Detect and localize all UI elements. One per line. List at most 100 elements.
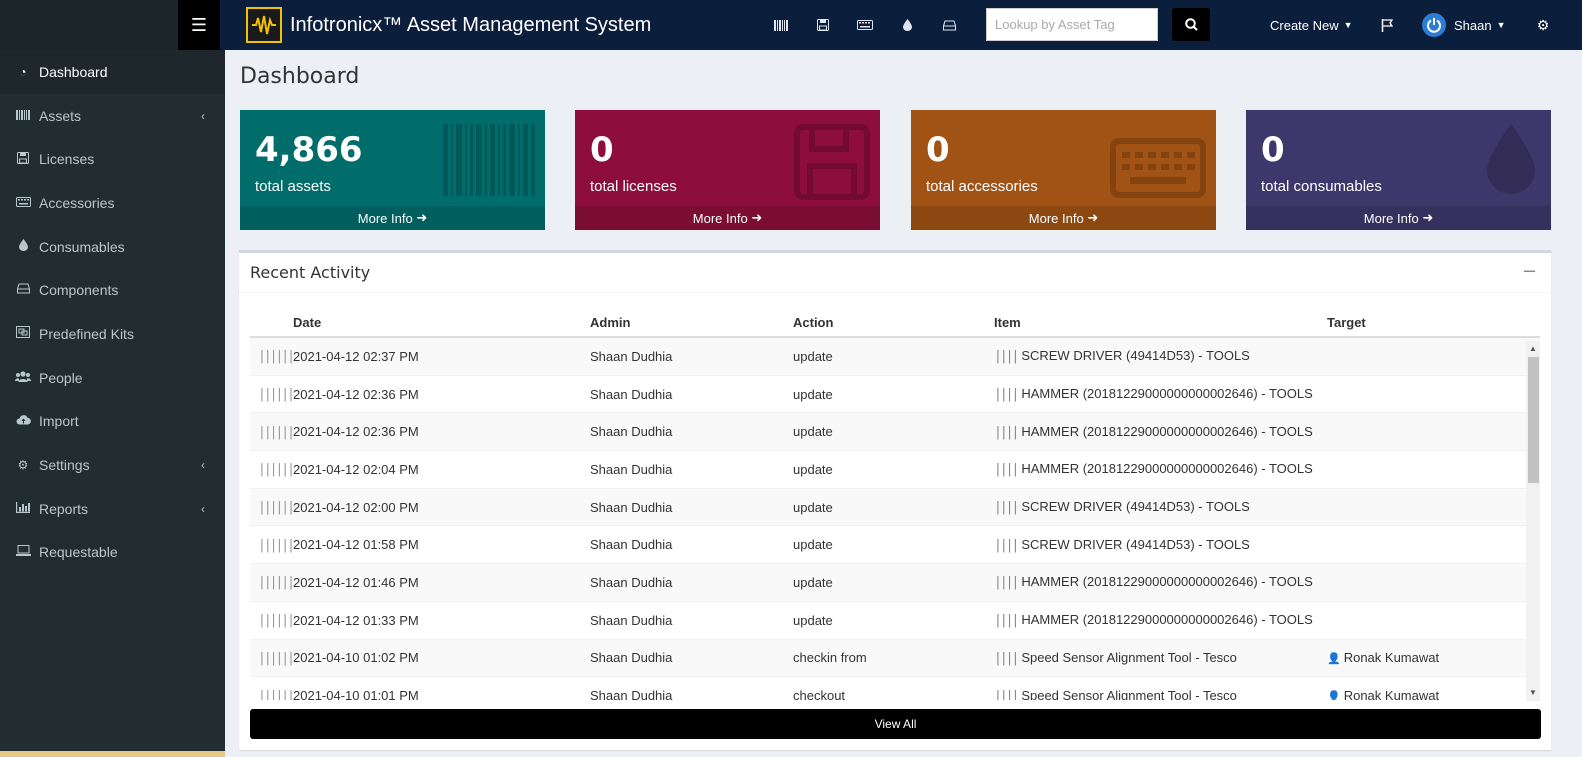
sidebar-item-predefined-kits[interactable]: Predefined Kits — [0, 312, 225, 356]
sidebar-item-settings[interactable]: ⚙ Settings ‹ — [0, 443, 225, 487]
column-header-item[interactable]: Item — [994, 315, 1327, 330]
admin-cell[interactable]: Shaan Dudhia — [590, 462, 793, 477]
date-cell: 2021-04-12 01:33 PM — [293, 612, 419, 628]
power-icon — [1427, 18, 1441, 33]
barcode-icon: |||||| — [258, 650, 295, 666]
more-info-link[interactable]: More Info ➜ — [575, 206, 880, 230]
sidebar-item-dashboard[interactable]: ◔ Dashboard — [0, 50, 225, 94]
view-all-button[interactable]: View All — [250, 709, 1541, 739]
table-row: |||||| 2021-04-12 02:00 PM Shaan Dudhia upd… — [250, 488, 1540, 527]
item-cell[interactable]: |||| SCREW DRIVER (49414D53) - TOOLS — [994, 499, 1327, 515]
brand[interactable]: Infotronicx™ Asset Management System — [246, 4, 651, 46]
item-cell[interactable]: |||| HAMMER (20181229000000000002646) - T… — [994, 424, 1327, 440]
arrow-circle-right-icon: ➜ — [1422, 210, 1434, 225]
hamburger-icon: ☰ — [190, 14, 208, 35]
admin-cell[interactable]: Shaan Dudhia — [590, 349, 793, 364]
target-link[interactable]: Ronak Kumawat — [1344, 650, 1439, 665]
sidebar-item-reports[interactable]: Reports ‹ — [0, 487, 225, 531]
sidebar-toggle-button[interactable]: ☰ — [178, 0, 220, 50]
item-link[interactable]: HAMMER (20181229000000000002646) - TOOLS — [1021, 386, 1312, 401]
column-header-action[interactable]: Action — [793, 315, 994, 330]
item-cell[interactable]: |||| HAMMER (20181229000000000002646) - T… — [994, 574, 1327, 590]
scrollbar-thumb[interactable] — [1528, 357, 1539, 483]
item-link[interactable]: Speed Sensor Alignment Tool - Tesco — [1021, 650, 1237, 665]
item-link[interactable]: HAMMER (20181229000000000002646) - TOOLS — [1021, 574, 1312, 589]
action-cell: checkout — [793, 688, 846, 700]
item-cell[interactable]: |||| SCREW DRIVER (49414D53) - TOOLS — [994, 348, 1327, 364]
column-header-date[interactable]: Date — [293, 315, 590, 330]
licenses-nav-icon[interactable] — [802, 0, 844, 50]
logo-waveform-icon — [252, 15, 276, 35]
chevron-left-icon: ‹ — [201, 108, 205, 123]
item-link[interactable]: HAMMER (20181229000000000002646) - TOOLS — [1021, 612, 1312, 627]
collapse-minus-icon[interactable]: − — [1522, 261, 1537, 282]
item-link[interactable]: HAMMER (20181229000000000002646) - TOOLS — [1021, 461, 1312, 476]
admin-cell[interactable]: Shaan Dudhia — [590, 575, 793, 590]
item-link[interactable]: SCREW DRIVER (49414D53) - TOOLS — [1021, 499, 1250, 514]
admin-cell[interactable]: Shaan Dudhia — [590, 650, 793, 665]
item-cell[interactable]: |||| HAMMER (20181229000000000002646) - T… — [994, 612, 1327, 628]
admin-cell[interactable]: Shaan Dudhia — [590, 688, 793, 700]
item-cell[interactable]: |||| HAMMER (20181229000000000002646) - T… — [994, 461, 1327, 477]
search-button[interactable] — [1172, 8, 1210, 41]
table-row: |||||| 2021-04-12 02:37 PM Shaan Dudhia upd… — [250, 338, 1540, 376]
column-header-target[interactable]: Target — [1327, 315, 1527, 330]
admin-cell[interactable]: Shaan Dudhia — [590, 387, 793, 402]
cogs-icon: ⚙ — [1536, 16, 1550, 33]
assets-nav-icon[interactable] — [760, 0, 802, 50]
user-menu[interactable]: Shaan ▼ — [1422, 0, 1506, 50]
barcode-icon: |||||| — [258, 500, 295, 516]
sidebar: ◔ Dashboard Assets ‹ Licenses Accessorie… — [0, 50, 225, 757]
barcode-icon — [443, 124, 535, 208]
item-cell[interactable]: |||| Speed Sensor Alignment Tool - Tesco — [994, 650, 1327, 666]
components-nav-icon[interactable] — [928, 0, 970, 50]
asset-tag-search-input[interactable] — [986, 8, 1158, 41]
dashboard-icon: ◔ — [19, 64, 27, 79]
item-link[interactable]: HAMMER (20181229000000000002646) - TOOLS — [1021, 424, 1312, 439]
accessories-nav-icon[interactable] — [844, 0, 886, 50]
more-info-link[interactable]: More Info ➜ — [911, 206, 1216, 230]
user-icon: 👤 — [1327, 691, 1341, 700]
item-cell[interactable]: |||| HAMMER (20181229000000000002646) - T… — [994, 386, 1327, 402]
table-row: |||||| 2021-04-12 02:36 PM Shaan Dudhia upd… — [250, 376, 1540, 414]
create-new-dropdown[interactable]: Create New ▼ — [1270, 0, 1353, 50]
sidebar-item-licenses[interactable]: Licenses — [0, 137, 225, 181]
more-info-link[interactable]: More Info ➜ — [240, 206, 545, 230]
barcode-icon: |||||| — [258, 349, 295, 365]
date-cell: 2021-04-12 01:58 PM — [293, 537, 419, 553]
column-header-admin[interactable]: Admin — [590, 315, 793, 330]
item-cell[interactable]: |||| Speed Sensor Alignment Tool - Tesco — [994, 688, 1327, 700]
admin-cell[interactable]: Shaan Dudhia — [590, 500, 793, 515]
barcode-icon: |||||| — [258, 387, 295, 403]
scroll-up-arrow-icon[interactable]: ▲ — [1526, 341, 1540, 355]
more-info-link[interactable]: More Info ➜ — [1246, 206, 1551, 230]
admin-cell[interactable]: Shaan Dudhia — [590, 537, 793, 552]
sidebar-item-import[interactable]: Import — [0, 400, 225, 444]
sidebar-item-consumables[interactable]: Consumables — [0, 225, 225, 269]
sidebar-item-accessories[interactable]: Accessories — [0, 181, 225, 225]
admin-settings-button[interactable]: ⚙ — [1532, 0, 1554, 50]
consumables-nav-icon[interactable] — [886, 0, 928, 50]
sidebar-item-components[interactable]: Components — [0, 268, 225, 312]
alerts-flag-button[interactable] — [1376, 0, 1398, 50]
floppy-icon — [15, 151, 31, 167]
admin-cell[interactable]: Shaan Dudhia — [590, 613, 793, 628]
target-link[interactable]: Ronak Kumawat — [1344, 688, 1439, 700]
item-link[interactable]: SCREW DRIVER (49414D53) - TOOLS — [1021, 348, 1250, 363]
barcode-icon: |||||| — [258, 575, 295, 591]
sidebar-item-requestable[interactable]: Requestable — [0, 531, 225, 575]
item-link[interactable]: SCREW DRIVER (49414D53) - TOOLS — [1021, 537, 1250, 552]
caret-down-icon: ▼ — [1343, 20, 1353, 30]
sidebar-item-people[interactable]: People — [0, 356, 225, 400]
scroll-down-arrow-icon[interactable]: ▼ — [1526, 685, 1540, 699]
tint-icon — [15, 239, 31, 254]
tile-label: total licenses — [590, 178, 677, 195]
quick-nav-icons — [760, 0, 970, 50]
item-link[interactable]: Speed Sensor Alignment Tool - Tesco — [1021, 688, 1237, 700]
item-cell[interactable]: |||| SCREW DRIVER (49414D53) - TOOLS — [994, 537, 1327, 553]
asset-type-cell: |||||| — [250, 688, 295, 700]
chevron-left-icon: ‹ — [201, 501, 205, 516]
admin-cell[interactable]: Shaan Dudhia — [590, 424, 793, 439]
barcode-icon: |||| — [994, 349, 1019, 365]
sidebar-item-assets[interactable]: Assets ‹ — [0, 94, 225, 138]
